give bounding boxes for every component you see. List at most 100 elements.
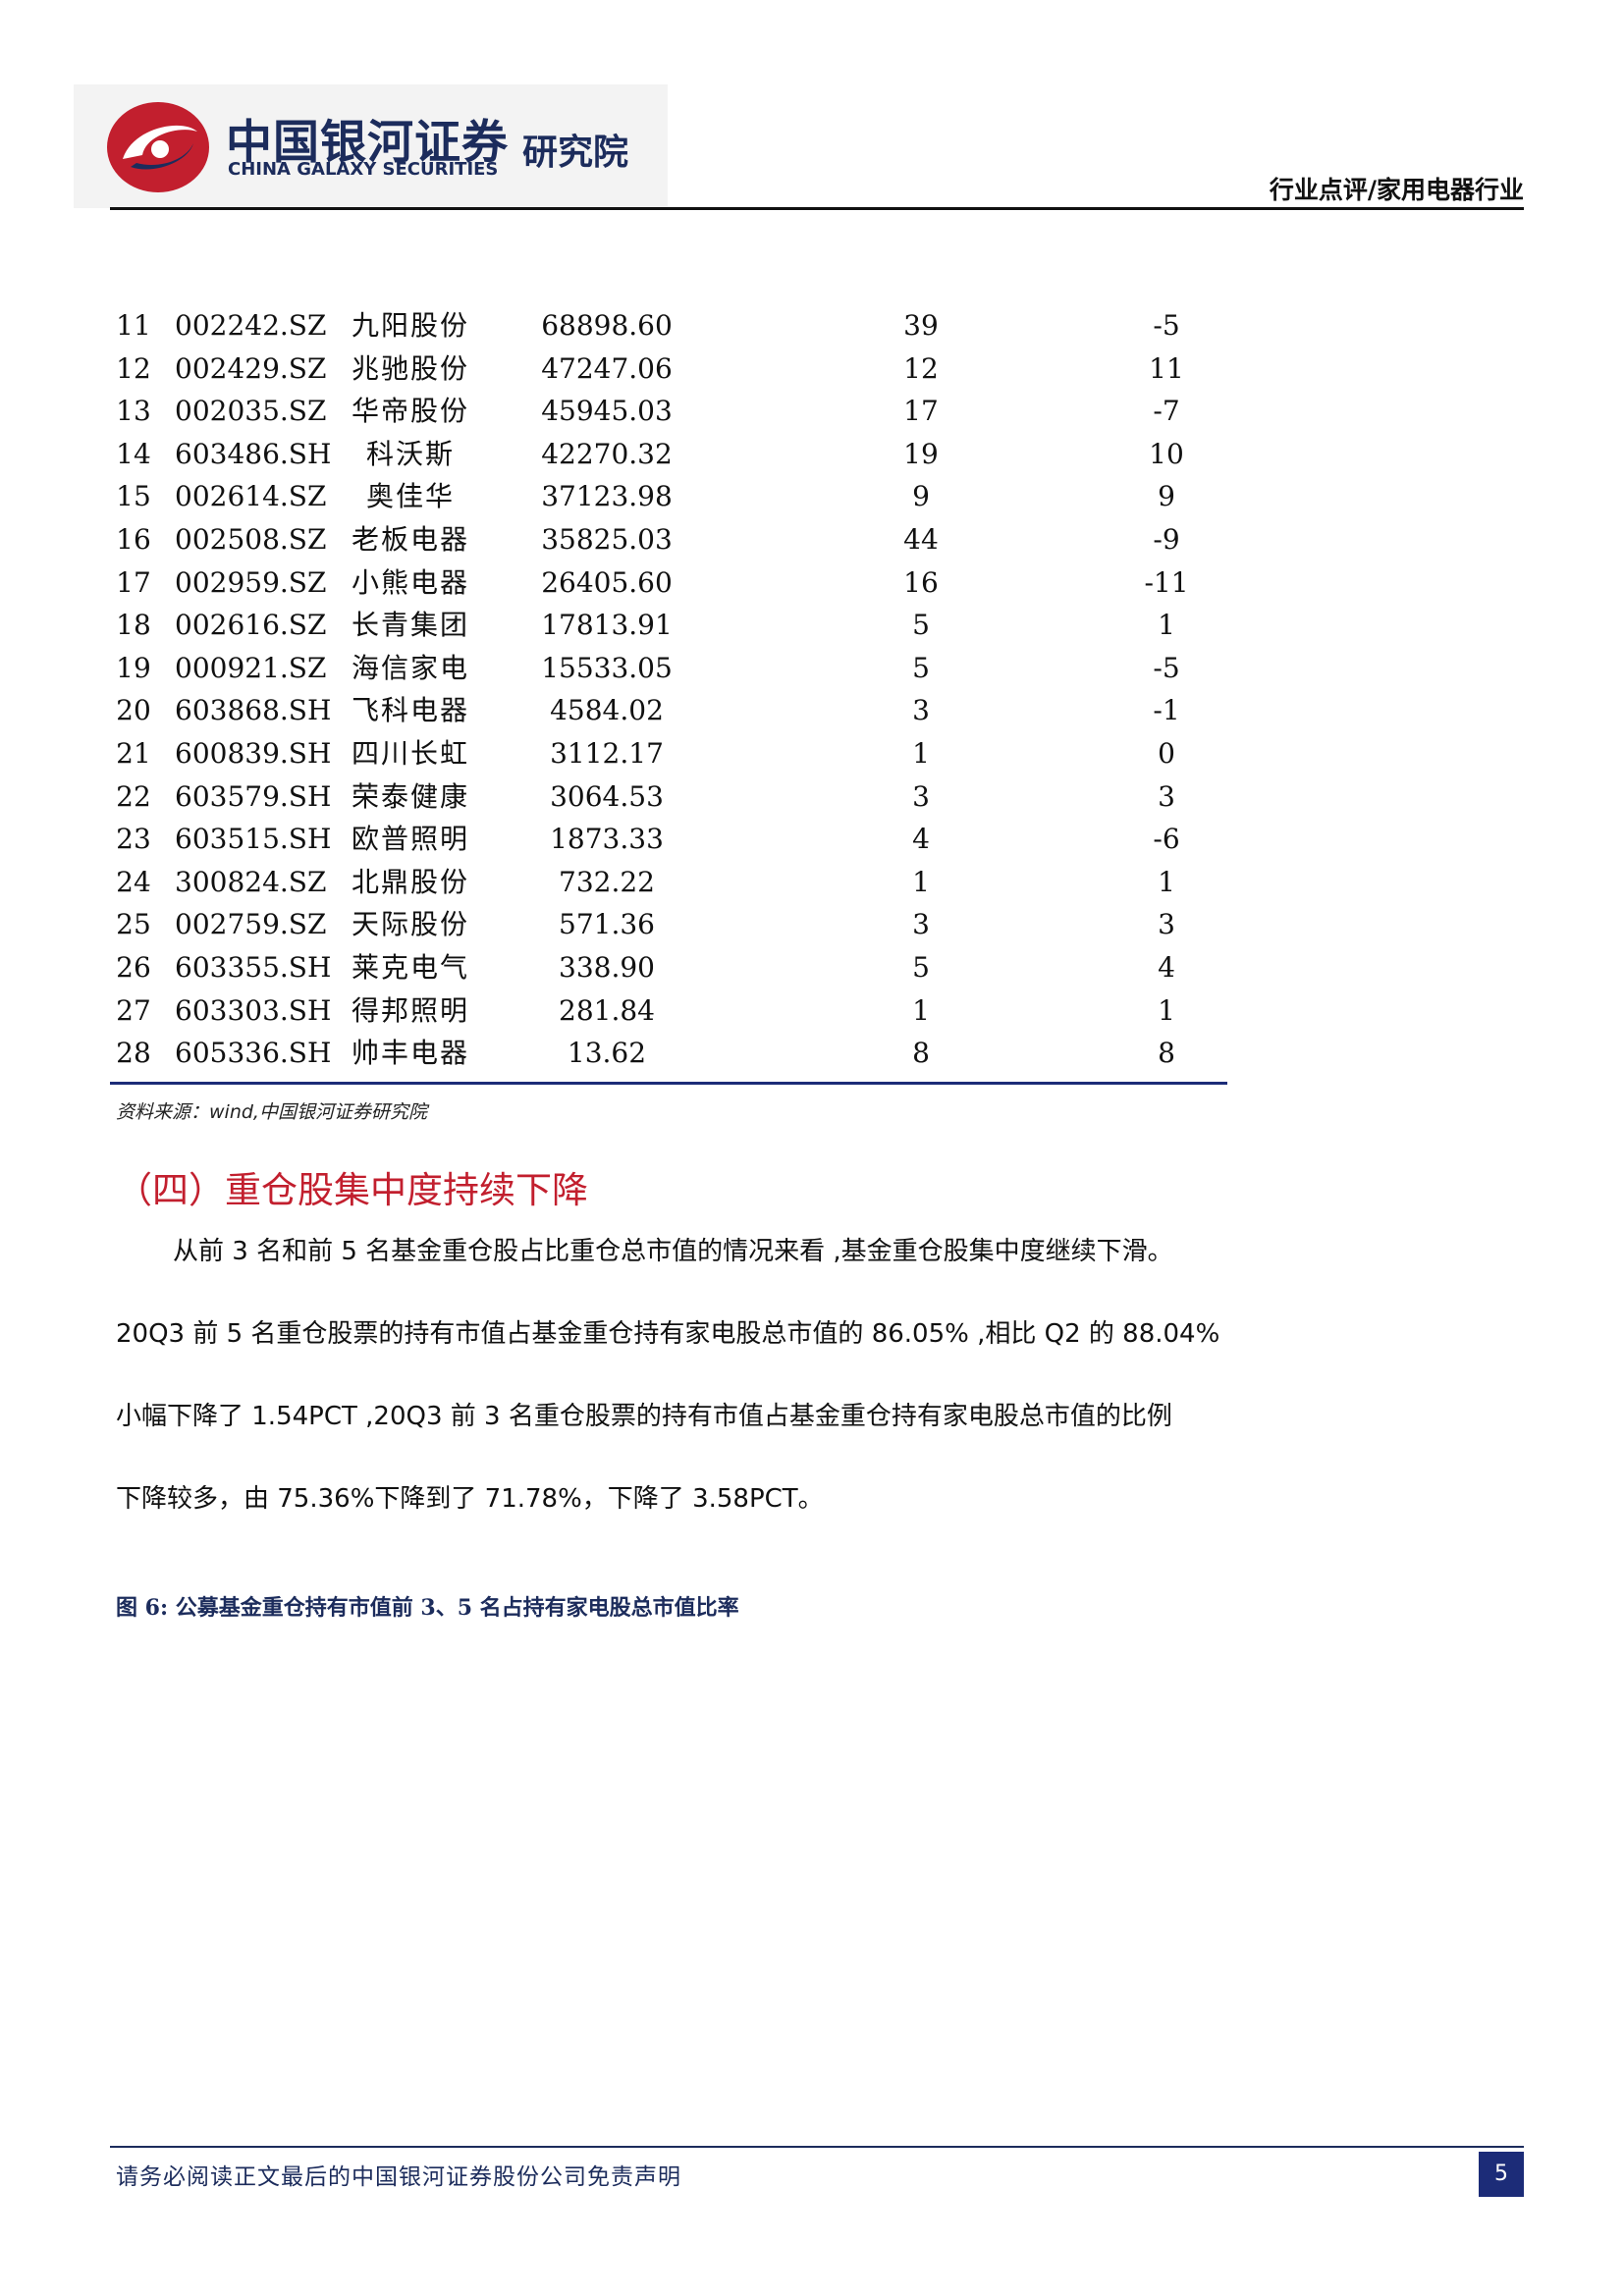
table-bottom-rule — [110, 1082, 1227, 1085]
count-change: -11 — [1144, 565, 1189, 599]
table-row: 28 605336.SH 帅丰电器 13.62 8 8 — [110, 1032, 1227, 1075]
fund-count: 19 — [903, 437, 939, 470]
row-number: 19 — [116, 651, 151, 684]
table-row: 11 002242.SZ 九阳股份 68898.60 39 -5 — [110, 304, 1227, 347]
row-number: 21 — [116, 737, 151, 770]
stock-name: 海信家电 — [351, 651, 469, 684]
stock-code: 002508.SZ — [175, 523, 327, 556]
holding-value: 45945.03 — [541, 395, 673, 428]
table-row: 16 002508.SZ 老板电器 35825.03 44 -9 — [110, 518, 1227, 561]
count-change: -7 — [1153, 395, 1180, 428]
table-row: 14 603486.SH 科沃斯 42270.32 19 10 — [110, 433, 1227, 476]
count-change: 1 — [1158, 865, 1175, 898]
stock-name: 科沃斯 — [365, 437, 455, 470]
stock-code: 300824.SZ — [175, 865, 327, 898]
stock-name: 帅丰电器 — [351, 1037, 469, 1070]
row-number: 11 — [116, 309, 151, 342]
table-row: 22 603579.SH 荣泰健康 3064.53 3 3 — [110, 775, 1227, 819]
row-number: 24 — [116, 865, 151, 898]
stock-code: 603515.SH — [175, 823, 332, 856]
holding-value: 68898.60 — [541, 309, 673, 342]
section-title: （四）重仓股集中度持续下降 — [116, 1169, 588, 1211]
stock-code: 002614.SZ — [175, 480, 327, 513]
stock-name: 长青集团 — [351, 609, 469, 642]
row-number: 26 — [116, 951, 151, 984]
fund-count: 4 — [912, 823, 930, 856]
holding-value: 732.22 — [559, 865, 655, 898]
holding-value: 37123.98 — [541, 480, 673, 513]
row-number: 18 — [116, 609, 151, 642]
fund-count: 9 — [912, 480, 930, 513]
page-number: 5 — [1479, 2152, 1524, 2197]
row-number: 22 — [116, 779, 151, 813]
table-row: 17 002959.SZ 小熊电器 26405.60 16 -11 — [110, 561, 1227, 605]
fund-count: 1 — [912, 737, 930, 770]
paragraph-line: 20Q3 前 5 名重仓股票的持有市值占基金重仓持有家电股总市值的 86.05%… — [116, 1319, 1220, 1349]
stock-name: 天际股份 — [351, 908, 469, 941]
stock-name: 华帝股份 — [351, 395, 469, 428]
paragraph-line: 小幅下降了 1.54PCT ,20Q3 前 3 名重仓股票的持有市值占基金重仓持… — [116, 1402, 1172, 1431]
count-change: -9 — [1153, 523, 1180, 556]
table-row: 13 002035.SZ 华帝股份 45945.03 17 -7 — [110, 390, 1227, 433]
row-number: 27 — [116, 993, 151, 1027]
logo-institute-label: 研究院 — [522, 133, 629, 173]
table-row: 20 603868.SH 飞科电器 4584.02 3 -1 — [110, 689, 1227, 732]
fund-count: 1 — [912, 993, 930, 1027]
table-row: 15 002614.SZ 奥佳华 37123.98 9 9 — [110, 475, 1227, 518]
count-change: 3 — [1158, 908, 1175, 941]
table-row: 25 002759.SZ 天际股份 571.36 3 3 — [110, 903, 1227, 946]
count-change: 8 — [1158, 1037, 1175, 1070]
row-number: 14 — [116, 437, 151, 470]
galaxy-logo-icon — [107, 102, 209, 192]
holding-value: 47247.06 — [541, 351, 673, 385]
fund-count: 8 — [912, 1037, 930, 1070]
stock-code: 002035.SZ — [175, 395, 327, 428]
holding-value: 281.84 — [559, 993, 655, 1027]
count-change: 11 — [1149, 351, 1184, 385]
count-change: -5 — [1153, 309, 1180, 342]
footer-divider — [110, 2146, 1524, 2148]
holding-value: 15533.05 — [541, 651, 673, 684]
stock-code: 002242.SZ — [175, 309, 327, 342]
stock-name: 兆驰股份 — [351, 351, 469, 385]
holding-value: 13.62 — [567, 1037, 647, 1070]
row-number: 12 — [116, 351, 151, 385]
stock-code: 603303.SH — [175, 993, 332, 1027]
table-row: 27 603303.SH 得邦照明 281.84 1 1 — [110, 989, 1227, 1033]
holding-value: 4584.02 — [550, 694, 664, 727]
table-row: 19 000921.SZ 海信家电 15533.05 5 -5 — [110, 647, 1227, 690]
fund-count: 12 — [903, 351, 939, 385]
row-number: 17 — [116, 565, 151, 599]
table-row: 24 300824.SZ 北鼎股份 732.22 1 1 — [110, 861, 1227, 904]
stock-code: 002429.SZ — [175, 351, 327, 385]
row-number: 28 — [116, 1037, 151, 1070]
fund-count: 39 — [903, 309, 939, 342]
table-row: 18 002616.SZ 长青集团 17813.91 5 1 — [110, 604, 1227, 647]
header-divider — [110, 207, 1524, 210]
fund-count: 5 — [912, 651, 930, 684]
stock-name: 四川长虹 — [351, 737, 469, 770]
stock-code: 000921.SZ — [175, 651, 327, 684]
row-number: 25 — [116, 908, 151, 941]
stock-name: 荣泰健康 — [351, 779, 469, 813]
stock-name: 北鼎股份 — [351, 865, 469, 898]
count-change: 0 — [1158, 737, 1175, 770]
stock-name: 欧普照明 — [351, 823, 469, 856]
footer-disclaimer: 请务必阅读正文最后的中国银河证券股份公司免责声明 — [116, 2164, 681, 2190]
stock-code: 002959.SZ — [175, 565, 327, 599]
table-row: 12 002429.SZ 兆驰股份 47247.06 12 11 — [110, 347, 1227, 391]
stock-code: 002759.SZ — [175, 908, 327, 941]
report-category: 行业点评/家用电器行业 — [1269, 176, 1524, 204]
table-row: 23 603515.SH 欧普照明 1873.33 4 -6 — [110, 818, 1227, 861]
fund-count: 5 — [912, 609, 930, 642]
stock-name: 莱克电气 — [351, 951, 469, 984]
count-change: 9 — [1158, 480, 1175, 513]
count-change: 4 — [1158, 951, 1175, 984]
row-number: 20 — [116, 694, 151, 727]
stock-name: 得邦照明 — [351, 993, 469, 1027]
paragraph-line: 下降较多，由 75.36%下降到了 71.78%，下降了 3.58PCT。 — [116, 1484, 824, 1514]
stock-code: 603579.SH — [175, 779, 332, 813]
holding-value: 338.90 — [559, 951, 655, 984]
holding-value: 17813.91 — [541, 609, 673, 642]
row-number: 23 — [116, 823, 151, 856]
